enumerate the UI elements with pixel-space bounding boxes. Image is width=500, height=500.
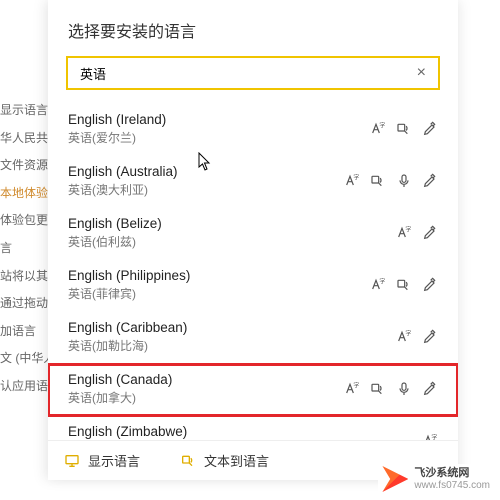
sidebar-text: 文 (中华人 — [0, 348, 48, 370]
language-item[interactable]: English (Zimbabwe)英语字 — [48, 416, 458, 440]
language-name-en: English (Ireland) — [68, 112, 370, 127]
tts-icon — [370, 381, 386, 397]
language-feature-icons: 字 — [344, 173, 438, 189]
language-name-en: English (Australia) — [68, 164, 344, 179]
language-feature-icons: 字 — [396, 225, 438, 241]
pen-icon — [422, 329, 438, 345]
language-item[interactable]: English (Canada) 英语(加拿大) 字 — [48, 364, 458, 416]
language-feature-icons: 字 — [370, 121, 438, 137]
pen-icon — [422, 381, 438, 397]
font-icon: 字 — [344, 381, 360, 397]
language-name-en: English (Canada) — [68, 372, 344, 387]
svg-text:字: 字 — [353, 174, 359, 182]
font-icon: 字 — [370, 277, 386, 293]
sidebar-text: 加语言 — [0, 321, 48, 343]
language-name-en: English (Caribbean) — [68, 320, 396, 335]
language-name-zh: 英语(菲律宾) — [68, 285, 370, 302]
sidebar-text: 体验包更新 — [0, 210, 48, 232]
language-name-zh: 英语(爱尔兰) — [68, 129, 370, 146]
svg-text:字: 字 — [405, 226, 411, 234]
svg-text:字: 字 — [379, 278, 385, 286]
language-name-zh: 英语(伯利兹) — [68, 233, 396, 250]
mic-icon — [396, 381, 412, 397]
sidebar-text: 显示语言 — [0, 100, 48, 122]
language-feature-icons: 字 — [422, 433, 438, 440]
sidebar-text: 站将以其 — [0, 266, 48, 288]
tab-label: 显示语言 — [88, 451, 140, 470]
tts-icon — [396, 121, 412, 137]
language-list[interactable]: English (Ireland)英语(爱尔兰)字English (Austra… — [48, 100, 458, 440]
tts-icon — [370, 173, 386, 189]
watermark-logo-icon — [382, 466, 408, 492]
language-item[interactable]: English (Philippines) 英语(菲律宾) 字 — [48, 260, 458, 312]
language-name-zh: 英语(加勒比海) — [68, 337, 396, 354]
language-name-zh: 英语(澳大利亚) — [68, 181, 344, 198]
language-install-panel: 选择要安装的语言 × English (Ireland)英语(爱尔兰)字Engl… — [48, 0, 458, 480]
svg-text:字: 字 — [431, 434, 437, 440]
pen-icon — [422, 277, 438, 293]
search-field[interactable]: × — [66, 56, 440, 90]
mic-icon — [396, 173, 412, 189]
tts-tab-icon — [180, 453, 196, 469]
pen-icon — [422, 121, 438, 137]
font-icon: 字 — [422, 433, 438, 440]
background-sidebar: 显示语言华人民共文件资源本地体验性体验包更新言站将以其通过拖动加语言文 (中华人… — [0, 100, 48, 404]
language-name-en: English (Philippines) — [68, 268, 370, 283]
language-feature-icons: 字 — [344, 381, 438, 397]
svg-text:字: 字 — [405, 330, 411, 338]
pen-icon — [422, 173, 438, 189]
tab-label: 文本到语言 — [204, 451, 269, 470]
tab-text-to-speech[interactable]: 文本到语言 — [180, 451, 269, 470]
sidebar-text: 文件资源 — [0, 155, 48, 177]
font-icon: 字 — [370, 121, 386, 137]
watermark-name: 飞沙系统网 — [414, 467, 490, 479]
pen-icon — [422, 225, 438, 241]
language-item[interactable]: English (Ireland) 英语(爱尔兰) 字 — [48, 104, 458, 156]
panel-title: 选择要安装的语言 — [48, 0, 458, 56]
clear-icon[interactable]: × — [413, 64, 430, 82]
font-icon: 字 — [396, 225, 412, 241]
language-feature-icons: 字 — [396, 329, 438, 345]
sidebar-text: 本地体验性 — [0, 183, 48, 205]
language-item[interactable]: English (Belize) 英语(伯利兹) 字 — [48, 208, 458, 260]
svg-text:字: 字 — [379, 122, 385, 130]
sidebar-text: 认应用语 — [0, 376, 48, 398]
sidebar-text: 华人民共 — [0, 128, 48, 150]
tab-display-language[interactable]: 显示语言 — [64, 451, 140, 470]
display-icon — [64, 453, 80, 469]
tts-icon — [396, 277, 412, 293]
search-input[interactable] — [80, 66, 413, 81]
language-item[interactable]: English (Australia) 英语(澳大利亚) 字 — [48, 156, 458, 208]
language-name-zh: 英语(加拿大) — [68, 389, 344, 406]
svg-text:字: 字 — [353, 382, 359, 390]
language-item[interactable]: English (Caribbean) 英语(加勒比海) 字 — [48, 312, 458, 364]
sidebar-text: 通过拖动 — [0, 293, 48, 315]
sidebar-text: 言 — [0, 238, 48, 260]
font-icon: 字 — [344, 173, 360, 189]
language-name-en: English (Belize) — [68, 216, 396, 231]
font-icon: 字 — [396, 329, 412, 345]
watermark: 飞沙系统网 www.fs0745.com — [378, 464, 494, 494]
watermark-url: www.fs0745.com — [414, 480, 490, 491]
language-name-en: English (Zimbabwe) — [68, 424, 422, 439]
language-feature-icons: 字 — [370, 277, 438, 293]
